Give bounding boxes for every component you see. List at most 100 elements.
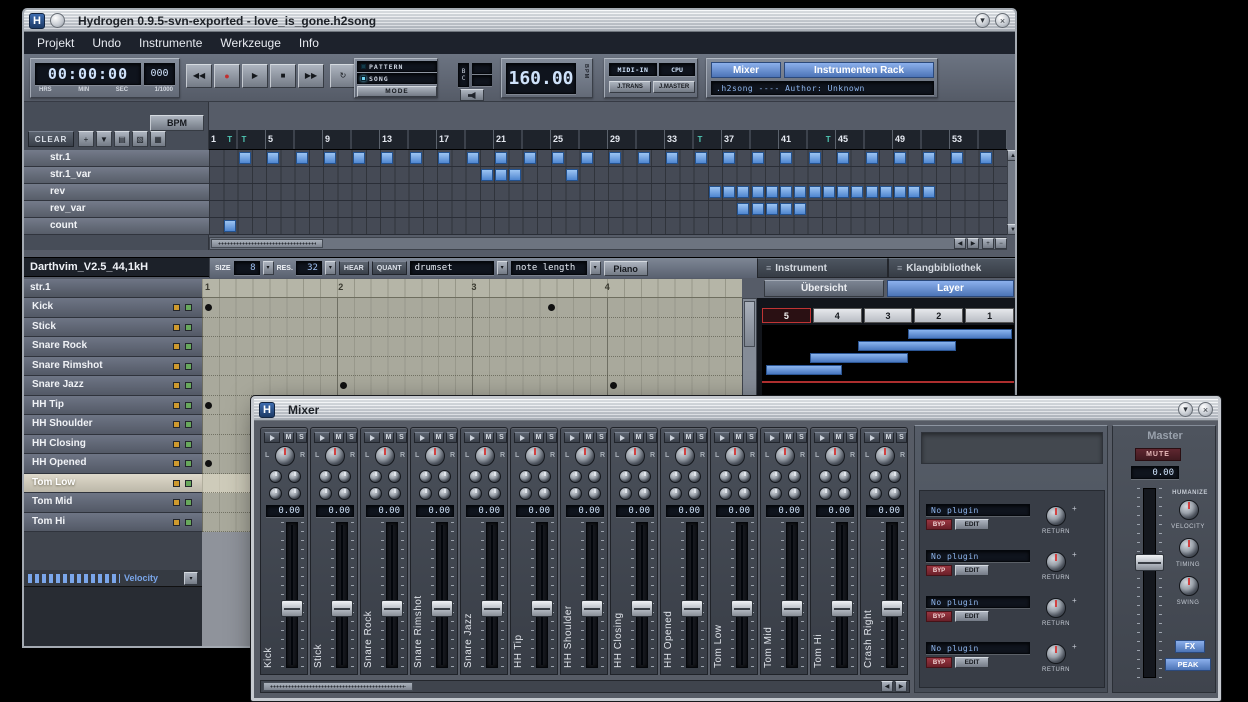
solo-button[interactable]: S xyxy=(796,432,807,443)
jack-master-button[interactable]: J.MASTER xyxy=(653,81,695,93)
note-dot[interactable] xyxy=(205,402,212,409)
master-fader[interactable] xyxy=(1143,488,1156,678)
pattern-block[interactable] xyxy=(524,152,536,164)
fader-handle[interactable] xyxy=(281,600,303,617)
drumset-dropdown-button[interactable]: ▾ xyxy=(497,261,508,275)
volume-fader[interactable] xyxy=(486,522,498,668)
fx-send-knob[interactable] xyxy=(288,470,301,483)
draw-mode-button[interactable]: ▧ xyxy=(132,131,148,147)
beat-counter-beat-lcd[interactable] xyxy=(472,63,492,74)
instrument-mute-led[interactable] xyxy=(173,441,180,448)
rewind-button[interactable]: ◀◀ xyxy=(186,64,212,88)
mute-button[interactable]: M xyxy=(633,432,644,443)
menu-item-werkzeuge[interactable]: Werkzeuge xyxy=(211,33,289,53)
song-track-name[interactable]: rev_var xyxy=(24,201,209,218)
zoom-in-button[interactable]: + xyxy=(982,238,994,249)
play-sample-button[interactable] xyxy=(864,432,880,443)
pattern-block[interactable] xyxy=(894,186,906,198)
scroll-up-button[interactable]: ▲ xyxy=(1007,150,1017,161)
quantize-button[interactable]: QUANT xyxy=(372,261,407,275)
pan-knob[interactable] xyxy=(325,446,345,466)
fader-handle[interactable] xyxy=(731,600,753,617)
menu-item-projekt[interactable]: Projekt xyxy=(28,33,83,53)
note-length-dropdown-button[interactable]: ▾ xyxy=(590,261,601,275)
fader-handle[interactable] xyxy=(581,600,603,617)
record-button[interactable]: ● xyxy=(214,64,240,88)
layer-bar[interactable] xyxy=(858,341,956,351)
pattern-block[interactable] xyxy=(481,169,493,181)
pattern-block[interactable] xyxy=(837,152,849,164)
fx-send-knob[interactable] xyxy=(538,487,551,500)
fader-handle[interactable] xyxy=(881,600,903,617)
resolution-value-lcd[interactable]: 32 xyxy=(296,261,322,275)
play-sample-button[interactable] xyxy=(314,432,330,443)
pattern-block[interactable] xyxy=(780,186,792,198)
pattern-grid-row[interactable] xyxy=(202,318,742,338)
layer-tab-button[interactable]: Layer xyxy=(887,280,1014,297)
fx-send-knob[interactable] xyxy=(819,487,832,500)
fader-handle[interactable] xyxy=(331,600,353,617)
new-pattern-button[interactable]: + xyxy=(78,131,94,147)
fx-name-lcd[interactable]: No plugin xyxy=(926,642,1030,654)
fx-send-knob[interactable] xyxy=(769,470,782,483)
fx-send-knob[interactable] xyxy=(369,487,382,500)
fx-send-knob[interactable] xyxy=(738,470,751,483)
main-title-bar[interactable]: H Hydrogen 0.9.5-svn-exported - love_is_… xyxy=(24,10,1015,32)
fx-send-knob[interactable] xyxy=(269,487,282,500)
fx-edit-button[interactable]: EDIT xyxy=(955,657,989,668)
pattern-block[interactable] xyxy=(566,169,578,181)
pattern-grid-row[interactable] xyxy=(202,357,742,377)
mute-button[interactable]: M xyxy=(433,432,444,443)
pattern-block[interactable] xyxy=(467,152,479,164)
song-pattern-grid[interactable] xyxy=(209,150,1007,235)
scroll-left-button[interactable]: ◀ xyxy=(954,238,966,249)
instrument-mute-led[interactable] xyxy=(173,421,180,428)
song-track-name[interactable]: str.1_var xyxy=(24,167,209,184)
fader-handle[interactable] xyxy=(531,600,553,617)
close-button[interactable]: × xyxy=(1198,402,1213,417)
scroll-left-button[interactable]: ◀ xyxy=(881,681,893,692)
menu-item-undo[interactable]: Undo xyxy=(83,33,130,53)
pattern-block[interactable] xyxy=(894,152,906,164)
pattern-block[interactable] xyxy=(794,203,806,215)
pattern-grid-row[interactable] xyxy=(202,376,742,396)
song-track-row[interactable] xyxy=(209,201,1007,218)
mode-switch-button[interactable]: MODE xyxy=(357,86,437,97)
volume-fader[interactable] xyxy=(686,522,698,668)
mixer-title-bar[interactable]: H Mixer ▾ × xyxy=(254,399,1218,421)
mute-button[interactable]: M xyxy=(533,432,544,443)
fader-handle[interactable] xyxy=(781,600,803,617)
solo-button[interactable]: S xyxy=(746,432,757,443)
fx-send-knob[interactable] xyxy=(519,487,532,500)
song-track-row[interactable] xyxy=(209,150,1007,167)
pattern-block[interactable] xyxy=(752,186,764,198)
volume-fader[interactable] xyxy=(586,522,598,668)
song-horizontal-scrollbar[interactable]: ◀ ▶ + − xyxy=(209,237,1007,250)
instrument-row[interactable]: Snare Rock xyxy=(24,337,202,357)
instrument-solo-led[interactable] xyxy=(185,382,192,389)
fader-handle[interactable] xyxy=(381,600,403,617)
pattern-block[interactable] xyxy=(581,152,593,164)
mute-button[interactable]: M xyxy=(583,432,594,443)
song-track-name[interactable]: rev xyxy=(24,184,209,201)
fx-return-knob[interactable] xyxy=(1046,598,1066,618)
mute-button[interactable]: M xyxy=(383,432,394,443)
pattern-block[interactable] xyxy=(666,152,678,164)
instrument-solo-led[interactable] xyxy=(185,324,192,331)
pattern-block[interactable] xyxy=(495,169,507,181)
mute-button[interactable]: M xyxy=(683,432,694,443)
instrument-row[interactable]: Snare Rimshot xyxy=(24,357,202,377)
fx-bypass-button[interactable]: BYP xyxy=(926,565,952,576)
instrument-row[interactable]: Tom Hi xyxy=(24,513,202,533)
scrollbar-handle[interactable] xyxy=(744,301,755,347)
fx-send-knob[interactable] xyxy=(469,487,482,500)
play-sample-button[interactable] xyxy=(264,432,280,443)
note-dot[interactable] xyxy=(610,382,617,389)
instrument-row[interactable]: HH Tip xyxy=(24,396,202,416)
fx-send-knob[interactable] xyxy=(288,487,301,500)
fx-send-knob[interactable] xyxy=(788,470,801,483)
solo-button[interactable]: S xyxy=(296,432,307,443)
pattern-block[interactable] xyxy=(296,152,308,164)
swing-knob[interactable] xyxy=(1179,576,1199,596)
beat-counter-display[interactable]: B C xyxy=(458,63,469,87)
